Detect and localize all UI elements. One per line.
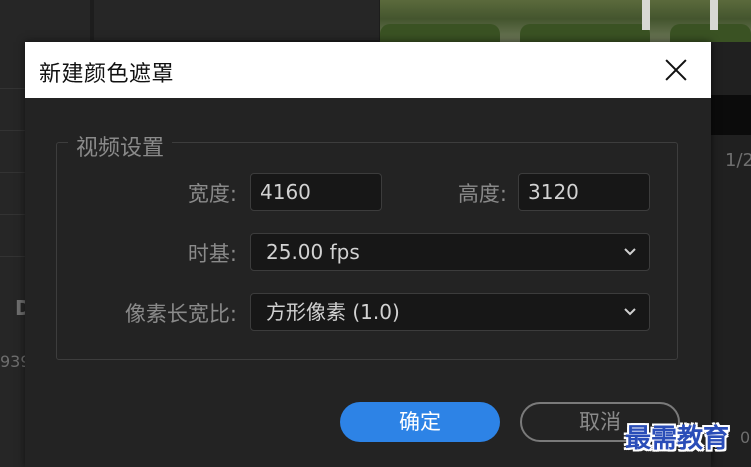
video-settings-legend: 视频设置 bbox=[68, 130, 173, 162]
video-tree-trunk bbox=[642, 0, 650, 30]
pixel-aspect-value: 方形像素 (1.0) bbox=[266, 300, 400, 324]
chevron-down-icon bbox=[624, 308, 636, 316]
height-input[interactable]: 3120 bbox=[518, 173, 650, 211]
timebase-label: 时基: bbox=[187, 242, 237, 266]
width-label: 宽度: bbox=[187, 182, 237, 206]
dialog-titlebar: 新建颜色遮罩 bbox=[25, 42, 711, 98]
width-input[interactable]: 4160 bbox=[250, 173, 382, 211]
height-label: 高度: bbox=[457, 182, 507, 206]
video-tree-trunk bbox=[710, 0, 718, 30]
new-color-matte-dialog: 新建颜色遮罩 视频设置 宽度: 4160 高度: 3120 时基: 25.00 … bbox=[25, 42, 711, 467]
video-shrub bbox=[520, 24, 650, 42]
close-icon[interactable] bbox=[661, 56, 691, 84]
video-shrub bbox=[380, 24, 500, 42]
background-top-panel bbox=[94, 0, 379, 40]
chevron-down-icon bbox=[624, 248, 636, 256]
background-video-preview bbox=[380, 0, 751, 42]
dialog-title: 新建颜色遮罩 bbox=[39, 62, 175, 87]
pixel-aspect-label: 像素长宽比: bbox=[124, 302, 237, 326]
timebase-value: 25.00 fps bbox=[266, 240, 360, 264]
background-program-monitor bbox=[711, 95, 751, 135]
pixel-aspect-select[interactable]: 方形像素 (1.0) bbox=[250, 293, 650, 331]
watermark: 最需教育 bbox=[625, 424, 730, 454]
timebase-select[interactable]: 25.00 fps bbox=[250, 233, 650, 271]
ok-button[interactable]: 确定 bbox=[340, 402, 500, 442]
background-number: 0 bbox=[740, 428, 751, 447]
background-page-indicator: 1/2 bbox=[725, 150, 751, 171]
